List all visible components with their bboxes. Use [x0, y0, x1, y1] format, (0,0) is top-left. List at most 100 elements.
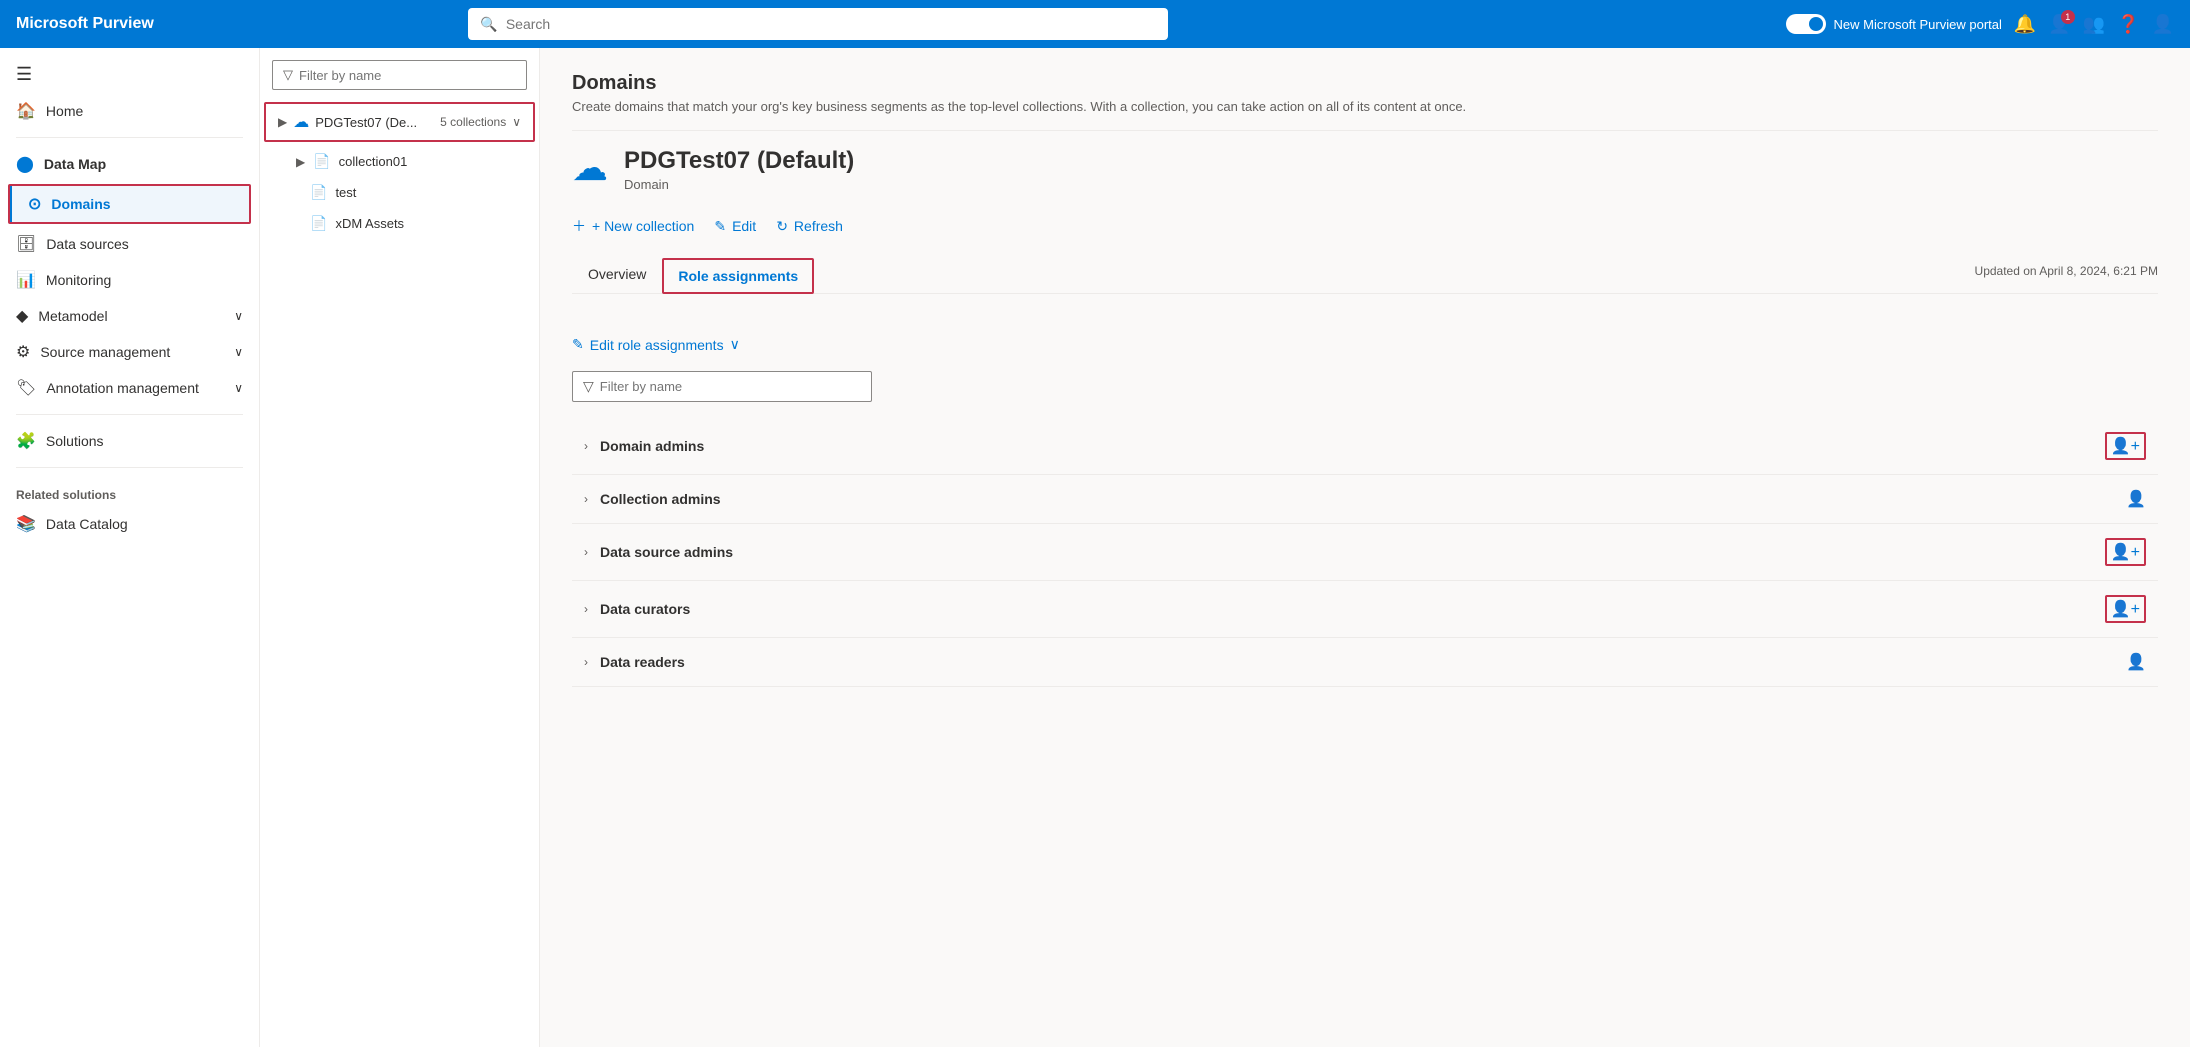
- roles-filter-box: ▽: [572, 371, 872, 402]
- domain-title: PDGTest07 (Default): [624, 147, 854, 175]
- help-icon[interactable]: ❓: [2117, 14, 2139, 35]
- role-chevron-icon: ›: [584, 545, 588, 559]
- sidebar-item-label: Home: [46, 103, 83, 119]
- portal-toggle[interactable]: [1786, 14, 1826, 34]
- role-item-data-source-admins[interactable]: › Data source admins 👤+: [572, 524, 2158, 581]
- sidebar-item-metamodel[interactable]: ◆ Metamodel ∨: [0, 298, 259, 334]
- sidebar-item-monitoring[interactable]: 📊 Monitoring: [0, 262, 259, 298]
- refresh-label: Refresh: [794, 218, 843, 234]
- collection-file-icon: 📄: [310, 215, 327, 232]
- sidebar-item-datamap[interactable]: ⬤ Data Map: [0, 146, 259, 182]
- sidebar-item-domains[interactable]: ⊙ Domains: [10, 186, 249, 222]
- sidebar-divider-2: [16, 414, 243, 415]
- dropdown-chevron-icon: ∨: [730, 336, 740, 353]
- tab-overview[interactable]: Overview: [572, 256, 662, 294]
- metamodel-icon: ◆: [16, 306, 28, 326]
- sidebar-item-label: Data Catalog: [46, 516, 128, 532]
- role-name: Collection admins: [600, 491, 2114, 507]
- new-collection-label: + New collection: [592, 218, 694, 234]
- sidebar-item-label: Data Map: [44, 156, 106, 172]
- tab-role-assignments-label: Role assignments: [678, 268, 798, 284]
- roles-filter-input[interactable]: [600, 379, 861, 394]
- domain-icon: ☁: [293, 112, 309, 132]
- refresh-button[interactable]: ↻ Refresh: [776, 214, 843, 239]
- child-collection-collection01[interactable]: ▶ 📄 collection01: [260, 146, 539, 177]
- datamap-icon: ⬤: [16, 154, 34, 174]
- collection-panel: ▽ ▶ ☁ PDGTest07 (De... 5 collections ∨ ▶…: [260, 48, 540, 1047]
- role-item-domain-admins[interactable]: › Domain admins 👤+: [572, 418, 2158, 475]
- collections-count: 5 collections: [440, 115, 506, 129]
- tab-overview-label: Overview: [588, 266, 646, 282]
- child-collection-name: collection01: [339, 154, 408, 169]
- plus-icon: ＋: [572, 216, 586, 236]
- search-input[interactable]: [506, 16, 1157, 32]
- collection-file-icon: 📄: [310, 184, 327, 201]
- page-description: Create domains that match your org's key…: [572, 99, 2158, 114]
- domain-collection-item[interactable]: ▶ ☁ PDGTest07 (De... 5 collections ∨: [264, 102, 535, 142]
- role-item-data-curators[interactable]: › Data curators 👤+: [572, 581, 2158, 638]
- refresh-icon: ↻: [776, 218, 788, 235]
- monitoring-icon: 📊: [16, 270, 36, 290]
- hamburger-menu[interactable]: ☰: [0, 56, 259, 93]
- sidebar-item-solutions[interactable]: 🧩 Solutions: [0, 423, 259, 459]
- role-person-icon: 👤: [2126, 652, 2146, 672]
- filter-icon: ▽: [583, 378, 594, 395]
- sidebar: ☰ 🏠 Home ⬤ Data Map ⊙ Domains 🗄 Data sou…: [0, 48, 260, 1047]
- sidebar-item-label: Source management: [40, 344, 170, 360]
- data-catalog-icon: 📚: [16, 514, 36, 534]
- role-chevron-icon: ›: [584, 602, 588, 616]
- child-collection-test[interactable]: 📄 test: [260, 177, 539, 208]
- user-icon[interactable]: 👤: [2152, 14, 2174, 35]
- edit-button[interactable]: ✎ Edit: [714, 214, 756, 239]
- sidebar-item-datasources[interactable]: 🗄 Data sources: [0, 226, 259, 262]
- child-collection-xdm-assets[interactable]: 📄 xDM Assets: [260, 208, 539, 239]
- annotation-icon: 🏷: [16, 378, 36, 398]
- notification-badge: 1: [2061, 10, 2075, 24]
- chevron-down-icon: ∨: [234, 381, 243, 395]
- sidebar-item-data-catalog[interactable]: 📚 Data Catalog: [0, 506, 259, 542]
- edit-role-assignments-button[interactable]: ✎ Edit role assignments ∨: [572, 330, 740, 359]
- sidebar-item-label: Solutions: [46, 433, 104, 449]
- edit-label: Edit: [732, 218, 756, 234]
- role-chevron-icon: ›: [584, 492, 588, 506]
- new-collection-button[interactable]: ＋ + New collection: [572, 212, 694, 240]
- tabs: Overview Role assignments Updated on Apr…: [572, 256, 2158, 294]
- page-title: Domains: [572, 72, 2158, 95]
- related-solutions-label: Related solutions: [0, 476, 259, 506]
- tab-role-assignments[interactable]: Role assignments: [662, 258, 814, 294]
- edit-roles-label: Edit role assignments: [590, 337, 724, 353]
- search-icon: 🔍: [480, 16, 497, 33]
- source-mgmt-icon: ⚙: [16, 342, 30, 362]
- collection-filter-input[interactable]: [299, 68, 516, 83]
- chevron-down-icon: ∨: [234, 309, 243, 323]
- sidebar-item-annotation-management[interactable]: 🏷 Annotation management ∨: [0, 370, 259, 406]
- domain-cloud-icon: ☁: [572, 147, 608, 189]
- role-item-collection-admins[interactable]: › Collection admins 👤: [572, 475, 2158, 524]
- solutions-icon: 🧩: [16, 431, 36, 451]
- people-icon[interactable]: 👥: [2083, 14, 2105, 35]
- role-item-data-readers[interactable]: › Data readers 👤: [572, 638, 2158, 687]
- sidebar-divider-1: [16, 137, 243, 138]
- bell-icon[interactable]: 🔔: [2014, 14, 2036, 35]
- sidebar-item-label: Monitoring: [46, 272, 111, 288]
- search-bar[interactable]: 🔍: [468, 8, 1168, 40]
- brand-logo: Microsoft Purview: [16, 15, 154, 33]
- role-chevron-icon: ›: [584, 439, 588, 453]
- updated-timestamp: Updated on April 8, 2024, 6:21 PM: [1975, 264, 2158, 286]
- datasources-icon: 🗄: [16, 234, 36, 254]
- topnav-right: New Microsoft Purview portal 🔔 👤 1 👥 ❓ 👤: [1786, 14, 2174, 35]
- top-navigation: Microsoft Purview 🔍 New Microsoft Purvie…: [0, 0, 2190, 48]
- role-name: Domain admins: [600, 438, 2093, 454]
- sidebar-item-home[interactable]: 🏠 Home: [0, 93, 259, 129]
- role-person-add-icon[interactable]: 👤+: [2105, 538, 2146, 566]
- domain-header: ☁ PDGTest07 (Default) Domain: [572, 147, 2158, 192]
- role-person-add-icon[interactable]: 👤+: [2105, 432, 2146, 460]
- role-person-add-icon[interactable]: 👤+: [2105, 595, 2146, 623]
- domains-icon: ⊙: [28, 194, 41, 214]
- role-name: Data curators: [600, 601, 2093, 617]
- chevron-down-icon: ∨: [234, 345, 243, 359]
- notification-icon[interactable]: 👤 1: [2048, 14, 2070, 35]
- sidebar-item-source-management[interactable]: ⚙ Source management ∨: [0, 334, 259, 370]
- collection-filter-box: ▽: [272, 60, 527, 90]
- detail-panel: Domains Create domains that match your o…: [540, 48, 2190, 1047]
